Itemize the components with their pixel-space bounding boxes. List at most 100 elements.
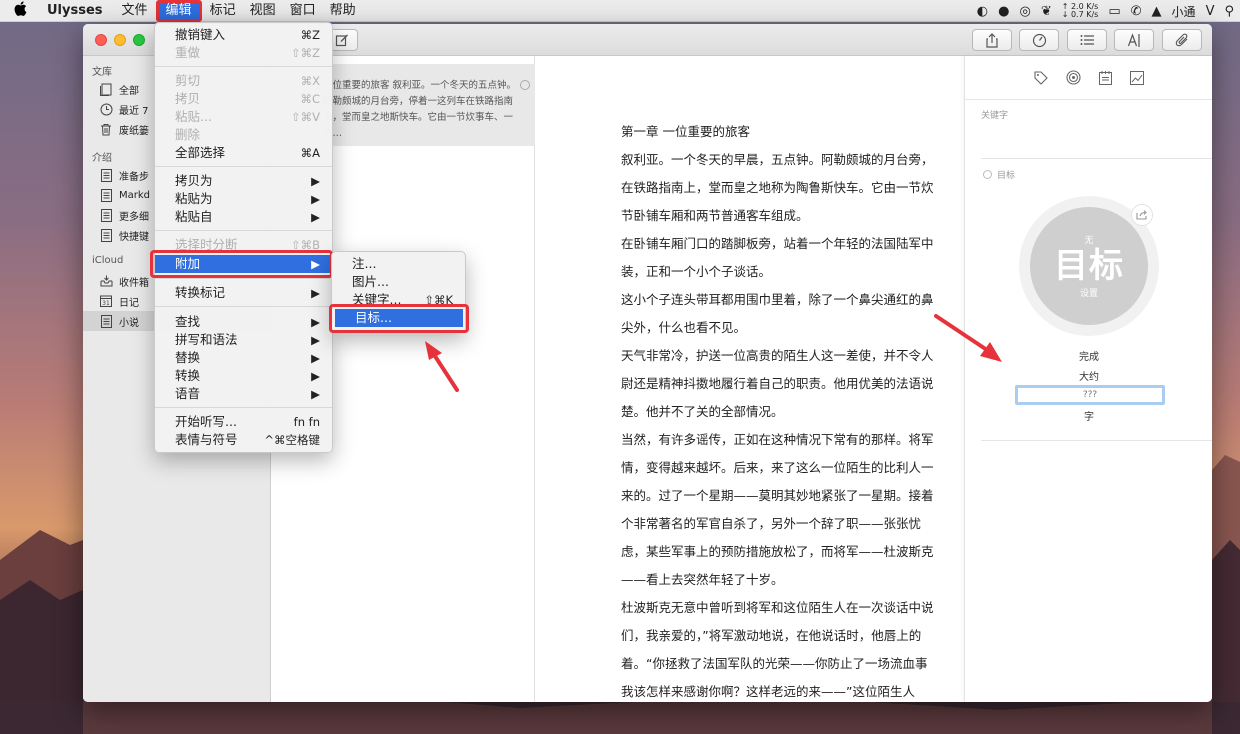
evernote-icon[interactable]: ● (998, 4, 1009, 19)
menu-item-emoji[interactable]: 表情与符号 ^⌘空格键 (155, 431, 332, 449)
menu-item-image[interactable]: 图片... (332, 273, 465, 291)
menu-item-note[interactable]: 注... (332, 255, 465, 273)
menu-item-paste-as[interactable]: 粘贴为 ▶ (155, 190, 332, 208)
sheet-icon (99, 168, 113, 182)
typography-button[interactable] (1114, 29, 1154, 51)
menu-item-paste[interactable]: 粘贴... ⇧⌘V (155, 108, 332, 126)
goal-circle-inner: 无 目标 设置 (1030, 207, 1148, 325)
menu-item-undo[interactable]: 撤销键入 ⌘Z (155, 26, 332, 44)
annotation-arrow-icon (934, 314, 1002, 362)
editor-line: 在卧铺车厢门口的踏脚板旁，站着一个年轻的法国陆军中 (621, 236, 934, 251)
menu-item-redo[interactable]: 重做 ⇧⌘Z (155, 44, 332, 62)
sheet-preview-text: 一位重要的旅客 叙利亚。一个冬天的五点钟。阿勒颇城的月台旁，停着一这列车在铁路指… (323, 80, 517, 139)
sheet-goal-indicator (520, 80, 530, 90)
close-button[interactable] (95, 34, 107, 46)
menu-item-cut[interactable]: 剪切 ⌘X (155, 72, 332, 90)
section-icloud: iCloud (92, 255, 124, 266)
apple-menu-icon[interactable] (0, 1, 40, 20)
goal-type-approx[interactable]: 大约 (965, 368, 1212, 383)
sheet-icon (99, 314, 113, 328)
menu-item-convert-markup[interactable]: 转换标记 ▶ (155, 284, 332, 302)
editor-heading: 第一章 一位重要的旅客 (621, 124, 750, 139)
share-button[interactable] (972, 29, 1012, 51)
menu-view[interactable]: 视图 (243, 0, 283, 22)
menu-item-speech[interactable]: 语音 ▶ (155, 385, 332, 403)
attachments-panel: 关键字 目标 无 目标 设置 完成 大约 字 (964, 56, 1212, 702)
menu-bar: Ulysses 文件 编辑 标记 视图 窗口 帮助 ◐ ● ◎ ❦ ↑ 2.0 … (0, 0, 1240, 22)
attachments-button[interactable] (1162, 29, 1202, 51)
editor-line: 叙利亚。一个冬天的早晨，五点钟。阿勒颇城的月台旁， (621, 152, 934, 167)
minimize-button[interactable] (114, 34, 126, 46)
airplay-icon[interactable]: ▭ (1108, 4, 1120, 19)
tag-icon[interactable] (1033, 70, 1049, 86)
highlight-box-attach (150, 250, 333, 278)
editor-line: 们，我亲爱的，”将军激动地说，在他说话时，他唇上的 (621, 628, 922, 643)
editor-line: 虑，某些军事上的预防措施放松了，而将军——杜波斯克 (621, 544, 934, 559)
editor[interactable]: 第一章 一位重要的旅客 叙利亚。一个冬天的早晨，五点钟。阿勒颇城的月台旁， 在铁… (535, 56, 964, 702)
outline-button[interactable] (1067, 29, 1107, 51)
menu-markup[interactable]: 标记 (203, 0, 243, 22)
menu-edit[interactable]: 编辑 (155, 0, 202, 22)
goal-count-input[interactable] (1015, 385, 1165, 405)
creative-cloud-icon[interactable]: ◎ (1019, 4, 1030, 19)
menu-item-paste-from[interactable]: 粘贴自 ▶ (155, 208, 332, 226)
editor-text[interactable]: 第一章 一位重要的旅客 叙利亚。一个冬天的早晨，五点钟。阿勒颇城的月台旁， 在铁… (621, 118, 964, 702)
goal-radio-icon (983, 170, 992, 179)
user-name[interactable]: 小通 (1172, 3, 1196, 20)
menu-item-transformations[interactable]: 转换 ▶ (155, 367, 332, 385)
editor-line: 楚。他并不了关的全部情况。 (621, 404, 784, 419)
menu-item-delete[interactable]: 删除 (155, 126, 332, 144)
menu-help[interactable]: 帮助 (323, 0, 363, 22)
menu-ulysses[interactable]: Ulysses (40, 0, 115, 22)
submenu-arrow-icon: ▶ (311, 174, 320, 188)
sheet-icon (99, 228, 113, 242)
paperclip-icon (1175, 33, 1187, 46)
menu-item-dictation[interactable]: 开始听写... fn fn (155, 413, 332, 431)
menu-item-find[interactable]: 查找 ▶ (155, 313, 332, 331)
submenu-arrow-icon: ▶ (311, 286, 320, 300)
goal-unit[interactable]: 字 (965, 408, 1212, 423)
goal-title: 目标 (1054, 246, 1124, 286)
menu-window[interactable]: 窗口 (283, 0, 323, 22)
editor-line: 来的。过了一个星期——莫明其妙地紧张了一星期。接着 (621, 488, 934, 503)
spotlight-icon[interactable]: ⚲ (1224, 4, 1234, 19)
svg-text:31: 31 (102, 300, 110, 307)
submenu-arrow-icon: ▶ (311, 333, 320, 347)
menu-item-copy-as[interactable]: 拷贝为 ▶ (155, 172, 332, 190)
attach-submenu: 注... 图片... 关键字... ⇧⌘K 目标... (329, 251, 469, 333)
dashboard-icon (1032, 33, 1046, 47)
editor-line: 天气非常冷，护送一位高贵的陌生人这一差使，并不令人 (621, 348, 934, 363)
editor-line: 尖外，什么也看不见。 (621, 320, 747, 335)
drive-icon[interactable]: ▲ (1152, 4, 1162, 19)
menu-separator (155, 66, 332, 67)
sheet-icon (99, 208, 113, 222)
submenu-arrow-icon: ▶ (311, 387, 320, 401)
menu-separator (155, 166, 332, 167)
image-icon[interactable] (1129, 70, 1145, 86)
goal-section-label: 目标 (983, 168, 1015, 181)
goal-share-button[interactable] (1131, 204, 1153, 226)
menu-file[interactable]: 文件 (115, 0, 155, 22)
dashboard-button[interactable] (1019, 29, 1059, 51)
vpn-icon[interactable]: V (1206, 4, 1215, 19)
clock-icon (99, 102, 113, 116)
menu-item-substitutions[interactable]: 替换 ▶ (155, 349, 332, 367)
notes-icon[interactable] (1097, 70, 1113, 86)
wechat-icon[interactable]: ✆ (1131, 4, 1142, 19)
submenu-arrow-icon: ▶ (311, 192, 320, 206)
leaf-icon[interactable]: ❦ (1041, 4, 1052, 19)
share-icon (986, 32, 998, 48)
goal-target-icon[interactable] (1065, 70, 1081, 86)
editor-line: 着。“你拯救了法国军队的光荣——你防止了一场流血事 (621, 656, 928, 671)
edit-menu-dropdown: 撤销键入 ⌘Z 重做 ⇧⌘Z 剪切 ⌘X 拷贝 ⌘C 粘贴... ⇧⌘V 删除 全部选择 ⌘… (150, 22, 333, 453)
menu-item-spelling[interactable]: 拼写和语法 ▶ (155, 331, 332, 349)
submenu-arrow-icon: ▶ (311, 210, 320, 224)
menu-item-copy[interactable]: 拷贝 ⌘C (155, 90, 332, 108)
night-mode-icon[interactable]: ◐ (977, 4, 988, 19)
trash-icon (99, 122, 113, 136)
editor-line: 节卧铺车厢和两节普通客车组成。 (621, 208, 809, 223)
maximize-button[interactable] (133, 34, 145, 46)
menu-item-select-all[interactable]: 全部选择 ⌘A (155, 144, 332, 162)
divider (981, 158, 1212, 159)
divider (981, 440, 1212, 441)
